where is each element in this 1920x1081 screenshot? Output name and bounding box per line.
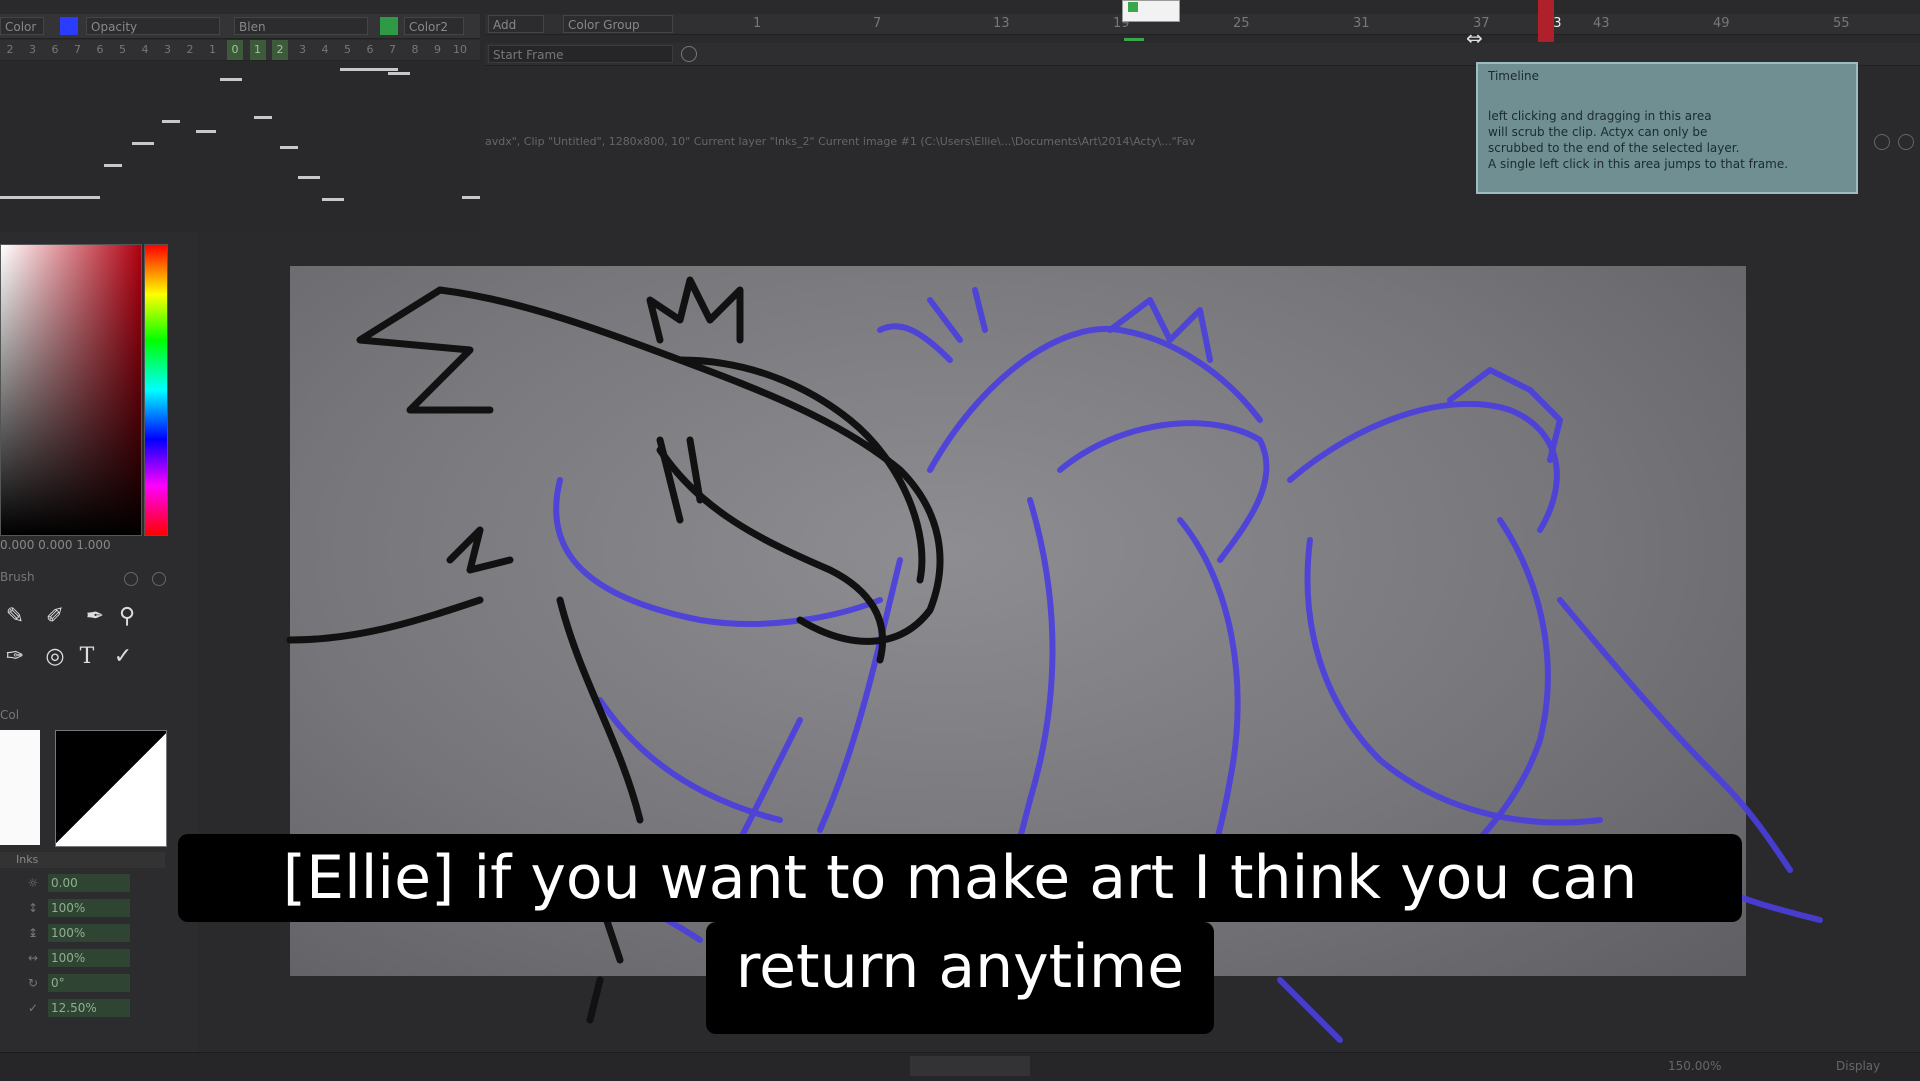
- display-button[interactable]: Display: [1836, 1059, 1880, 1073]
- zoom-readout[interactable]: 150.00%: [1668, 1059, 1721, 1073]
- horizontal-scrollbar[interactable]: [910, 1056, 1030, 1076]
- status-bar: 150.00% Display: [0, 1052, 1920, 1081]
- subtitle-line: return anytime: [706, 922, 1214, 1034]
- subtitle-line: [Ellie] if you want to make art I think …: [178, 834, 1742, 922]
